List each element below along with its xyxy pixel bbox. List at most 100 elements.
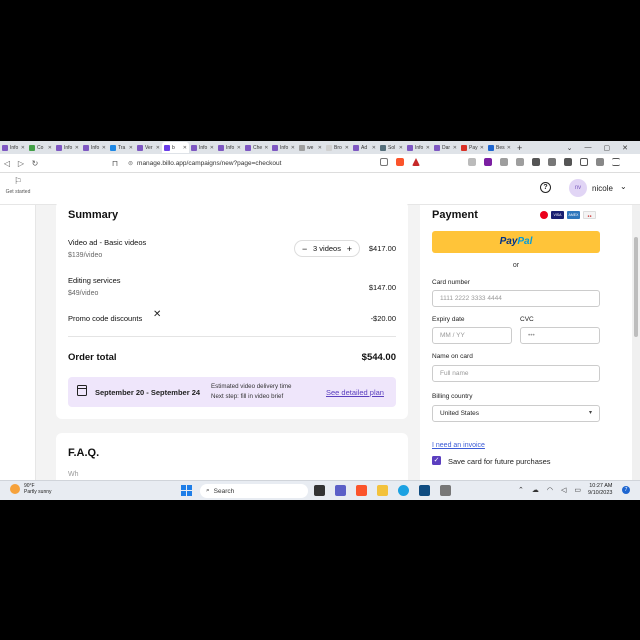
- tab-close-icon[interactable]: ✕: [318, 145, 322, 151]
- weather-widget[interactable]: 90°F Partly sunny: [10, 483, 52, 495]
- username[interactable]: nicole: [592, 184, 613, 193]
- extension-icon[interactable]: [564, 158, 572, 166]
- paypal-button[interactable]: PayPal: [432, 231, 600, 253]
- scrollbar[interactable]: [632, 205, 640, 480]
- edge-icon[interactable]: [398, 485, 409, 496]
- reload-icon[interactable]: ↻: [28, 159, 42, 168]
- invoice-link[interactable]: I need an invoice: [432, 442, 485, 449]
- site-info-icon[interactable]: ⊜: [128, 160, 133, 167]
- store-icon[interactable]: [419, 485, 430, 496]
- tab-close-icon[interactable]: ✕: [372, 145, 376, 151]
- browser-tab[interactable]: Sol ✕: [378, 142, 405, 153]
- chat-icon[interactable]: [335, 485, 346, 496]
- avatar[interactable]: nv: [569, 179, 587, 197]
- browser-tab[interactable]: Info ✕: [81, 142, 108, 153]
- remove-promo-icon[interactable]: ✕: [153, 309, 161, 320]
- browser-tab[interactable]: Co ✕: [27, 142, 54, 153]
- faq-question[interactable]: Wh: [68, 471, 79, 478]
- tab-list-chevron-icon[interactable]: ⌄: [567, 144, 573, 152]
- url-field[interactable]: ⊜ manage.billo.app/campaigns/new?page=ch…: [128, 156, 398, 170]
- tab-close-icon[interactable]: ✕: [183, 145, 187, 151]
- scrollbar-thumb[interactable]: [634, 237, 638, 337]
- browser-tab[interactable]: Info ✕: [189, 142, 216, 153]
- tab-close-icon[interactable]: ✕: [345, 145, 349, 151]
- detailed-plan-link[interactable]: See detailed plan: [326, 388, 384, 397]
- app-icon[interactable]: [440, 485, 451, 496]
- browser-tab[interactable]: b ✕: [162, 142, 189, 153]
- country-select[interactable]: United States ▾: [432, 405, 600, 422]
- tab-close-icon[interactable]: ✕: [21, 145, 25, 151]
- forward-icon[interactable]: ▷: [14, 159, 28, 168]
- wifi-icon[interactable]: ◠: [547, 486, 553, 494]
- browser-tab[interactable]: Bes ✕: [486, 142, 513, 153]
- brave-rewards-icon[interactable]: [412, 158, 420, 166]
- tab-favicon-icon: [191, 144, 197, 151]
- tab-close-icon[interactable]: ✕: [480, 145, 484, 151]
- brave-icon[interactable]: [356, 485, 367, 496]
- file-explorer-icon[interactable]: [377, 485, 388, 496]
- tab-close-icon[interactable]: ✕: [453, 145, 457, 151]
- chevron-up-icon[interactable]: ⌃: [518, 486, 524, 494]
- save-card-checkbox[interactable]: ✓: [432, 456, 441, 465]
- name-field[interactable]: Full name: [432, 365, 600, 382]
- minimize-icon[interactable]: —: [585, 144, 592, 151]
- wallet-icon[interactable]: [596, 158, 604, 166]
- browser-tab[interactable]: Info ✕: [405, 142, 432, 153]
- menu-icon[interactable]: [612, 158, 620, 166]
- tab-close-icon[interactable]: ✕: [156, 145, 160, 151]
- tab-close-icon[interactable]: ✕: [102, 145, 106, 151]
- cvc-field[interactable]: •••: [520, 327, 600, 344]
- tab-close-icon[interactable]: ✕: [291, 145, 295, 151]
- browser-tab[interactable]: Bro ✕: [324, 142, 351, 153]
- tab-close-icon[interactable]: ✕: [507, 145, 511, 151]
- start-button[interactable]: [181, 485, 192, 496]
- browser-tab[interactable]: Info ✕: [270, 142, 297, 153]
- tab-close-icon[interactable]: ✕: [129, 145, 133, 151]
- browser-tab[interactable]: Pay ✕: [459, 142, 486, 153]
- browser-tab[interactable]: we ✕: [297, 142, 324, 153]
- extension-icon[interactable]: [532, 158, 540, 166]
- back-icon[interactable]: ◁: [0, 159, 14, 168]
- brave-shields-icon[interactable]: [396, 158, 404, 166]
- chevron-down-icon[interactable]: ⌄: [620, 182, 627, 191]
- bookmark-icon[interactable]: ⊓: [108, 159, 122, 168]
- cloud-icon[interactable]: ☁: [532, 486, 539, 494]
- clock[interactable]: 10:27 AM 9/10/2023: [588, 483, 612, 497]
- browser-tab[interactable]: Ad ✕: [351, 142, 378, 153]
- tab-close-icon[interactable]: ✕: [264, 145, 268, 151]
- new-tab-button[interactable]: +: [517, 143, 522, 153]
- increment-button[interactable]: +: [347, 244, 352, 254]
- tab-close-icon[interactable]: ✕: [237, 145, 241, 151]
- tab-close-icon[interactable]: ✕: [426, 145, 430, 151]
- maximize-icon[interactable]: ▢: [604, 144, 611, 152]
- browser-tab[interactable]: Info ✕: [0, 142, 27, 153]
- card-number-field[interactable]: 1111 2222 3333 4444: [432, 290, 600, 307]
- notification-badge[interactable]: 7: [622, 486, 630, 494]
- help-icon[interactable]: ?: [540, 182, 551, 193]
- extension-icon[interactable]: [484, 158, 492, 166]
- decrement-button[interactable]: −: [302, 244, 307, 254]
- extension-icon[interactable]: [468, 158, 476, 166]
- extension-icon[interactable]: [516, 158, 524, 166]
- browser-tab[interactable]: Che ✕: [243, 142, 270, 153]
- extension-icon[interactable]: [548, 158, 556, 166]
- browser-tab[interactable]: Ver ✕: [135, 142, 162, 153]
- tab-close-icon[interactable]: ✕: [399, 145, 403, 151]
- get-started-nav[interactable]: ⚐ Get started: [0, 176, 36, 195]
- volume-icon[interactable]: ◁: [561, 486, 566, 494]
- battery-icon[interactable]: ▭: [574, 486, 581, 494]
- browser-tab[interactable]: Info ✕: [216, 142, 243, 153]
- browser-tab[interactable]: Info ✕: [54, 142, 81, 153]
- browser-tab[interactable]: Tra ✕: [108, 142, 135, 153]
- expiry-field[interactable]: MM / YY: [432, 327, 512, 344]
- tab-close-icon[interactable]: ✕: [210, 145, 214, 151]
- tab-close-icon[interactable]: ✕: [75, 145, 79, 151]
- browser-tab[interactable]: Dar ✕: [432, 142, 459, 153]
- extension-icon[interactable]: [500, 158, 508, 166]
- taskbar-search[interactable]: ⌕ Search: [200, 484, 308, 498]
- task-view-icon[interactable]: [314, 485, 325, 496]
- sidebar-icon[interactable]: [580, 158, 588, 166]
- tab-close-icon[interactable]: ✕: [48, 145, 52, 151]
- close-window-icon[interactable]: ✕: [622, 144, 628, 152]
- share-icon[interactable]: [380, 158, 388, 166]
